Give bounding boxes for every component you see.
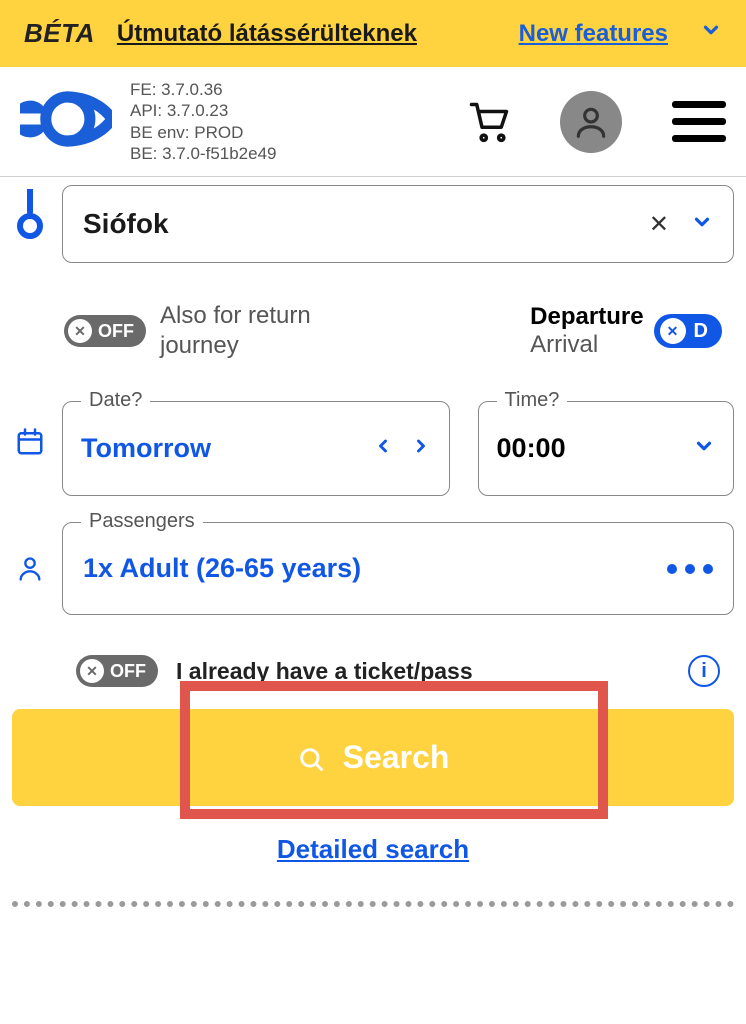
beta-banner: BÉTA Útmutató látássérülteknek New featu… — [0, 0, 746, 67]
version-info: FE: 3.7.0.36 API: 3.7.0.23 BE env: PROD … — [130, 79, 277, 164]
passengers-field[interactable]: Passengers 1x Adult (26-65 years) — [62, 522, 734, 615]
have-ticket-toggle[interactable]: ✕ OFF — [76, 655, 158, 687]
search-icon — [297, 744, 325, 772]
accessibility-guide-link[interactable]: Útmutató látássérülteknek — [117, 20, 417, 48]
date-legend: Date? — [81, 389, 150, 412]
version-be-env: BE env: PROD — [130, 122, 277, 143]
date-next-icon[interactable] — [411, 432, 431, 465]
toggle-state: OFF — [98, 321, 134, 342]
chevron-down-icon[interactable] — [700, 19, 722, 48]
passengers-legend: Passengers — [81, 510, 203, 533]
return-journey-label: Also for return journey — [160, 301, 370, 361]
date-value: Tomorrow — [81, 433, 211, 464]
departure-arrival-label: Departure Arrival — [530, 303, 643, 359]
destination-field[interactable]: Siófok ✕ — [62, 185, 734, 263]
close-icon: ✕ — [68, 319, 92, 343]
passengers-summary: 1x Adult (26-65 years) — [83, 553, 361, 584]
chevron-down-icon[interactable] — [693, 435, 715, 462]
time-field[interactable]: Time? 00:00 — [478, 401, 734, 496]
user-avatar-icon[interactable] — [560, 91, 622, 153]
close-icon: ✕ — [80, 659, 104, 683]
detailed-search-link[interactable]: Detailed search — [277, 834, 469, 864]
beta-label: BÉTA — [24, 18, 95, 49]
time-legend: Time? — [497, 389, 568, 412]
close-icon: ✕ — [660, 318, 686, 344]
info-icon[interactable]: i — [688, 655, 720, 687]
menu-button[interactable] — [672, 101, 726, 142]
have-ticket-label: I already have a ticket/pass — [176, 658, 473, 685]
destination-value: Siófok — [83, 208, 635, 240]
arrival-label: Arrival — [530, 331, 643, 359]
departure-label: Departure — [530, 303, 643, 331]
detailed-search-wrap: Detailed search — [12, 834, 734, 865]
search-form: Siófok ✕ ✕ OFF Also for return journey D… — [0, 185, 746, 927]
mav-logo-icon[interactable] — [20, 85, 112, 158]
more-options-icon[interactable] — [667, 564, 713, 574]
chevron-down-icon[interactable] — [691, 211, 713, 238]
version-be: BE: 3.7.0-f51b2e49 — [130, 143, 277, 164]
toggle-letter: D — [694, 320, 718, 343]
version-api: API: 3.7.0.23 — [130, 100, 277, 121]
route-destination-icon — [12, 185, 48, 239]
version-fe: FE: 3.7.0.36 — [130, 79, 277, 100]
search-button[interactable]: Search — [12, 709, 734, 806]
calendar-icon — [12, 427, 48, 457]
toggle-state: OFF — [110, 661, 146, 682]
date-prev-icon[interactable] — [373, 432, 393, 465]
person-icon — [12, 555, 48, 583]
departure-arrival-toggle[interactable]: ✕ D — [654, 314, 722, 348]
app-header: FE: 3.7.0.36 API: 3.7.0.23 BE env: PROD … — [0, 67, 746, 177]
search-button-label: Search — [343, 739, 450, 776]
clear-destination-icon[interactable]: ✕ — [649, 210, 669, 239]
section-divider — [12, 901, 734, 907]
cart-icon[interactable] — [468, 101, 510, 143]
return-journey-toggle[interactable]: ✕ OFF — [64, 315, 146, 347]
time-value: 00:00 — [497, 433, 566, 464]
new-features-link[interactable]: New features — [519, 20, 668, 48]
date-field[interactable]: Date? Tomorrow — [62, 401, 450, 496]
